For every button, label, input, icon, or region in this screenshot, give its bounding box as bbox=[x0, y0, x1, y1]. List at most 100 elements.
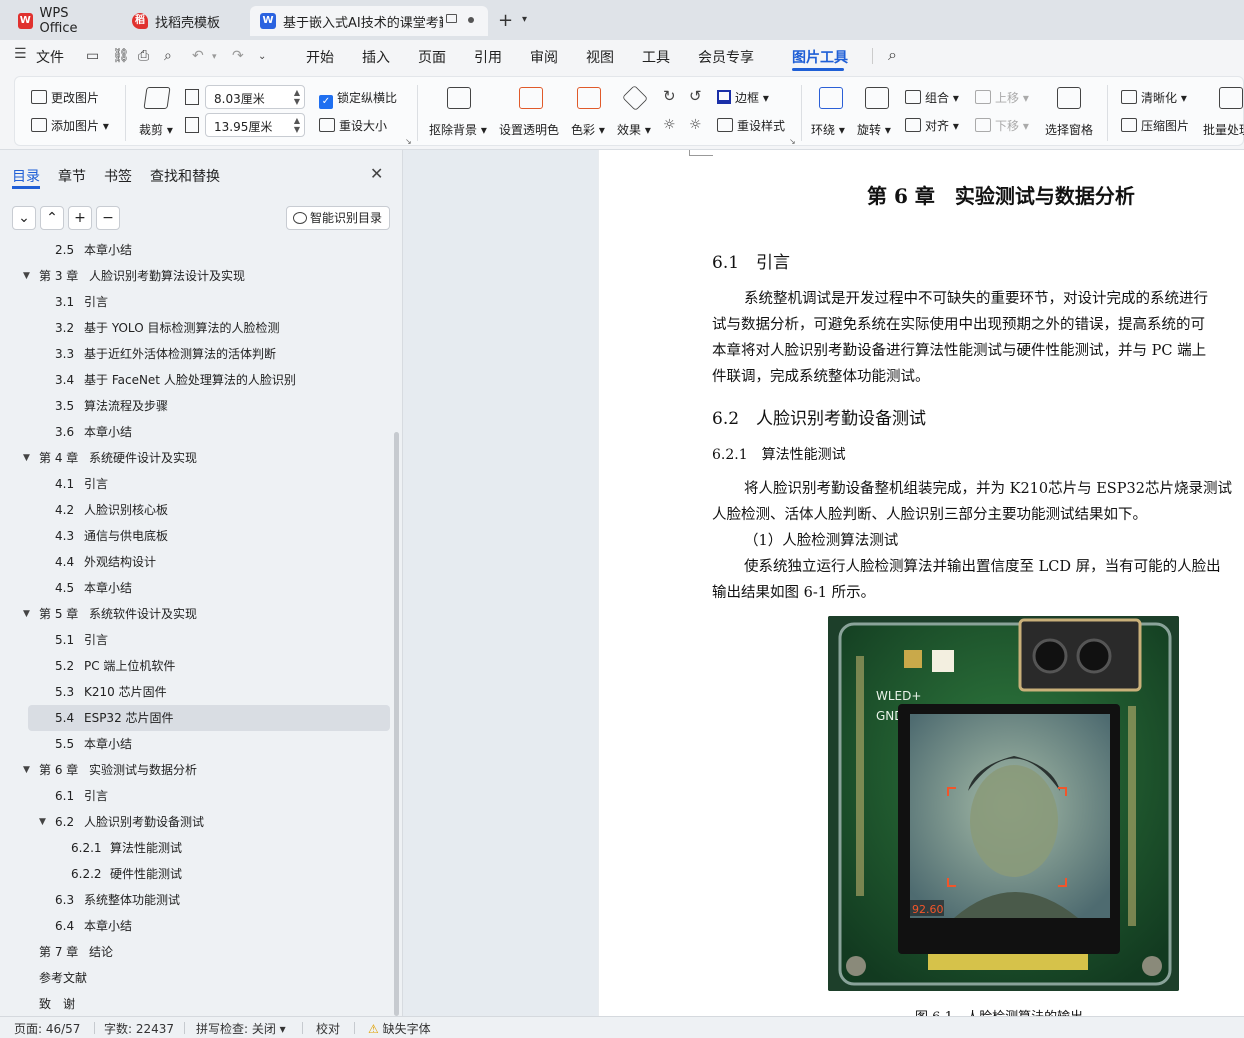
menu-picture-tools[interactable]: 图片工具 bbox=[792, 47, 848, 67]
unsaved-dot-icon[interactable] bbox=[468, 17, 474, 23]
toc-item[interactable]: 4.1 引言 bbox=[0, 471, 396, 497]
tab-current-document[interactable]: W 基于嵌入式AI技术的课堂考勤 bbox=[250, 6, 488, 36]
move-down-button[interactable]: 下移 ▾ bbox=[975, 117, 1029, 134]
tab-docer-templates[interactable]: 稻 找稻壳模板 bbox=[122, 6, 242, 36]
wrap-text-button[interactable]: 环绕 ▾ bbox=[811, 121, 845, 138]
toc-item[interactable]: ▼ 第 6 章实验测试与数据分析 bbox=[0, 757, 396, 783]
redo-icon[interactable]: ↷ bbox=[232, 48, 244, 64]
toc-item[interactable]: 2.5 本章小结 bbox=[0, 240, 396, 263]
contrast-down-icon[interactable]: ↺ bbox=[689, 87, 702, 105]
remove-background-button[interactable]: 抠除背景 ▾ bbox=[429, 121, 487, 138]
toc-item[interactable]: ▼ 第 3 章人脸识别考勤算法设计及实现 bbox=[0, 263, 396, 289]
color-button[interactable]: 色彩 ▾ bbox=[571, 121, 605, 138]
brightness-up-icon[interactable]: ☼ bbox=[663, 117, 676, 133]
tab-list-dropdown-icon[interactable]: ▾ bbox=[522, 14, 527, 25]
toc-item[interactable]: 6.1 引言 bbox=[0, 783, 396, 809]
link-icon[interactable]: ⛓ bbox=[112, 48, 130, 64]
crop-button[interactable]: 裁剪 ▾ bbox=[139, 121, 173, 138]
set-transparent-color-button[interactable]: 设置透明色 bbox=[499, 121, 559, 138]
menu-home[interactable]: 开始 bbox=[306, 47, 334, 67]
toc-item[interactable]: 5.4 ESP32 芯片固件 bbox=[28, 705, 390, 731]
batch-process-button[interactable]: 批量处理 bbox=[1203, 121, 1244, 138]
toc-item[interactable]: 5.1 引言 bbox=[0, 627, 396, 653]
remove-heading-button[interactable]: − bbox=[96, 206, 120, 230]
reset-style-button[interactable]: 重设样式 bbox=[717, 117, 785, 134]
smart-toc-button[interactable]: 智能识别目录 bbox=[286, 206, 390, 230]
menu-review[interactable]: 审阅 bbox=[530, 47, 558, 67]
menu-view[interactable]: 视图 bbox=[586, 47, 614, 67]
figure-device-photo[interactable]: WLED+ GND 92.60 bbox=[828, 616, 1179, 991]
contrast-up-icon[interactable]: ↻ bbox=[663, 87, 676, 105]
menu-member[interactable]: 会员专享 bbox=[698, 47, 754, 67]
brightness-down-icon[interactable]: ☼ bbox=[689, 117, 702, 133]
toc-item[interactable]: 3.5 算法流程及步骤 bbox=[0, 393, 396, 419]
width-spinner-icon[interactable]: ▲ ▼ bbox=[294, 88, 300, 106]
toc-item[interactable]: 6.2.2 硬件性能测试 bbox=[0, 861, 396, 887]
search-icon[interactable]: ⌕ bbox=[888, 45, 897, 65]
tab-find-replace[interactable]: 查找和替换 bbox=[150, 166, 220, 186]
undo-dropdown-icon[interactable]: ▾ bbox=[212, 52, 217, 62]
toc-item[interactable]: 参考文献 bbox=[0, 965, 396, 991]
toc-item[interactable]: 第 7 章结论 bbox=[0, 939, 396, 965]
toc-item[interactable]: 6.3 系统整体功能测试 bbox=[0, 887, 396, 913]
document-page[interactable]: 第 6 章 实验测试与数据分析 6.1 引言 系统整机调试是开发过程中不可缺失的… bbox=[599, 150, 1244, 1016]
quick-access-dropdown-icon[interactable]: ⌄ bbox=[258, 51, 266, 62]
image-height-input[interactable]: 13.95厘米 ▲ ▼ bbox=[205, 113, 305, 137]
add-heading-button[interactable]: + bbox=[68, 206, 92, 230]
toc-item[interactable]: 6.4 本章小结 bbox=[0, 913, 396, 939]
toc-item[interactable]: ▼ 第 4 章系统硬件设计及实现 bbox=[0, 445, 396, 471]
size-dialog-launcher-icon[interactable]: ↘ bbox=[405, 137, 412, 146]
expand-arrow-icon[interactable]: ▼ bbox=[23, 757, 30, 783]
image-width-input[interactable]: 8.03厘米 ▲ ▼ bbox=[205, 85, 305, 109]
toc-item[interactable]: 3.1 引言 bbox=[0, 289, 396, 315]
toc-item[interactable]: ▼ 6.2 人脸识别考勤设备测试 bbox=[0, 809, 396, 835]
group-button[interactable]: 组合 ▾ bbox=[905, 89, 959, 106]
effects-button[interactable]: 效果 ▾ bbox=[617, 121, 651, 138]
expand-arrow-icon[interactable]: ▼ bbox=[23, 445, 30, 471]
spell-check-toggle[interactable]: 拼写检查: 关闭 ▾ bbox=[196, 1020, 286, 1037]
tab-bookmarks[interactable]: 书签 bbox=[104, 166, 132, 186]
expand-all-button[interactable]: ⌄ bbox=[12, 206, 36, 230]
align-button[interactable]: 对齐 ▾ bbox=[905, 117, 959, 134]
word-count[interactable]: 字数: 22437 bbox=[104, 1020, 174, 1037]
expand-arrow-icon[interactable]: ▼ bbox=[23, 263, 30, 289]
hamburger-icon[interactable]: ☰ bbox=[14, 46, 27, 62]
print-icon[interactable]: ⎙ bbox=[138, 48, 149, 64]
print-preview-icon[interactable]: ⌕ bbox=[164, 48, 172, 64]
toc-item[interactable]: 4.3 通信与供电底板 bbox=[0, 523, 396, 549]
reset-size-button[interactable]: 重设大小 bbox=[319, 117, 387, 134]
change-image-button[interactable]: 更改图片 bbox=[31, 89, 99, 106]
menu-insert[interactable]: 插入 bbox=[362, 47, 390, 67]
expand-arrow-icon[interactable]: ▼ bbox=[39, 809, 46, 835]
expand-arrow-icon[interactable]: ▼ bbox=[23, 601, 30, 627]
new-tab-button[interactable]: + bbox=[498, 10, 513, 31]
toc-item[interactable]: 5.3 K210 芯片固件 bbox=[0, 679, 396, 705]
toc-item[interactable]: 5.2 PC 端上位机软件 bbox=[0, 653, 396, 679]
toc-item[interactable]: 4.2 人脸识别核心板 bbox=[0, 497, 396, 523]
collapse-all-button[interactable]: ⌃ bbox=[40, 206, 64, 230]
menu-page[interactable]: 页面 bbox=[418, 47, 446, 67]
proofread-button[interactable]: 校对 bbox=[316, 1020, 340, 1037]
page-count[interactable]: 页面: 46/57 bbox=[14, 1020, 80, 1037]
height-spinner-icon[interactable]: ▲ ▼ bbox=[294, 116, 300, 134]
toc-item[interactable]: 4.5 本章小结 bbox=[0, 575, 396, 601]
toc-item[interactable]: 4.4 外观结构设计 bbox=[0, 549, 396, 575]
lock-aspect-ratio-checkbox[interactable]: ✓ 锁定纵横比 bbox=[319, 89, 397, 109]
menu-file[interactable]: 文件 bbox=[36, 47, 64, 67]
toc-item[interactable]: 3.4 基于 FaceNet 人脸处理算法的人脸识别 bbox=[0, 367, 396, 393]
compress-image-button[interactable]: 压缩图片 bbox=[1121, 117, 1189, 134]
toc-item[interactable]: 3.6 本章小结 bbox=[0, 419, 396, 445]
save-icon[interactable]: ▭ bbox=[86, 48, 99, 64]
close-icon[interactable]: ✕ bbox=[370, 164, 383, 183]
menu-references[interactable]: 引用 bbox=[474, 47, 502, 67]
toc-item[interactable]: 5.5 本章小结 bbox=[0, 731, 396, 757]
style-dialog-launcher-icon[interactable]: ↘ bbox=[789, 137, 796, 146]
tab-toc[interactable]: 目录 bbox=[12, 166, 40, 186]
menu-tools[interactable]: 工具 bbox=[642, 47, 670, 67]
toc-item[interactable]: 致 谢 bbox=[0, 991, 396, 1016]
rotate-button[interactable]: 旋转 ▾ bbox=[857, 121, 891, 138]
selection-pane-button[interactable]: 选择窗格 bbox=[1045, 121, 1093, 138]
toc-item[interactable]: ▼ 第 5 章系统软件设计及实现 bbox=[0, 601, 396, 627]
tab-chapters[interactable]: 章节 bbox=[58, 166, 86, 186]
sharpen-button[interactable]: 清晰化 ▾ bbox=[1121, 89, 1187, 106]
